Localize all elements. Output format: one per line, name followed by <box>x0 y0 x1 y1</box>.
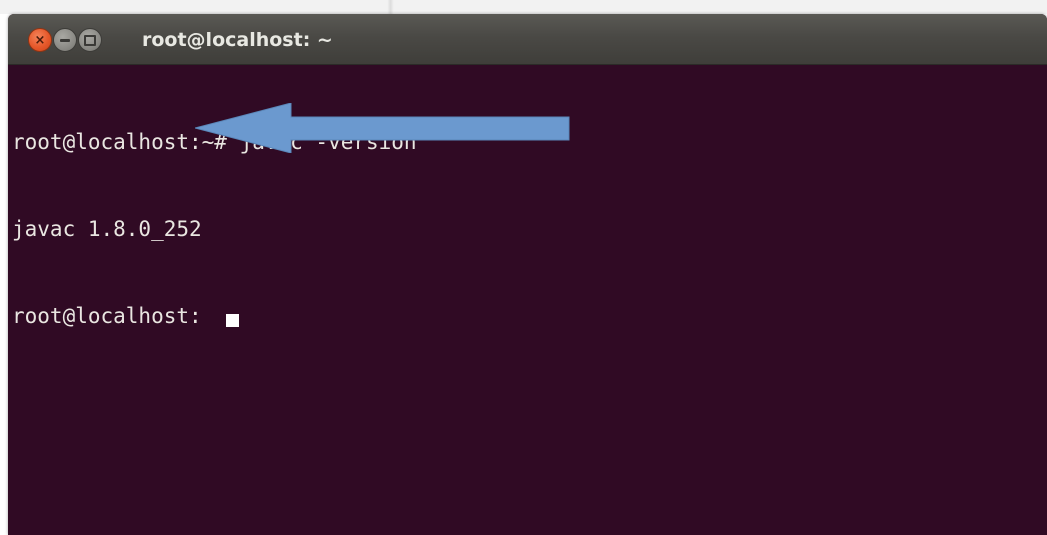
maximize-icon <box>84 34 96 46</box>
terminal-prompt-line: root@localhost: <box>12 302 1047 331</box>
minimize-icon <box>60 38 70 42</box>
left-arrow-icon <box>195 103 570 153</box>
terminal-cursor <box>225 314 239 327</box>
terminal-line: javac 1.8.0_252 <box>12 217 202 241</box>
background-strip <box>0 0 1047 14</box>
title-bar[interactable]: × root@localhost: ~ <box>8 14 1047 65</box>
minimize-button[interactable] <box>53 28 77 52</box>
close-icon: × <box>34 32 46 48</box>
terminal-prompt: root@localhost: <box>12 304 202 328</box>
window-title: root@localhost: ~ <box>142 29 333 51</box>
close-button[interactable]: × <box>28 28 52 52</box>
maximize-button[interactable] <box>78 28 102 52</box>
terminal-window[interactable]: × root@localhost: ~ root@localhost:~# ja… <box>8 14 1047 535</box>
